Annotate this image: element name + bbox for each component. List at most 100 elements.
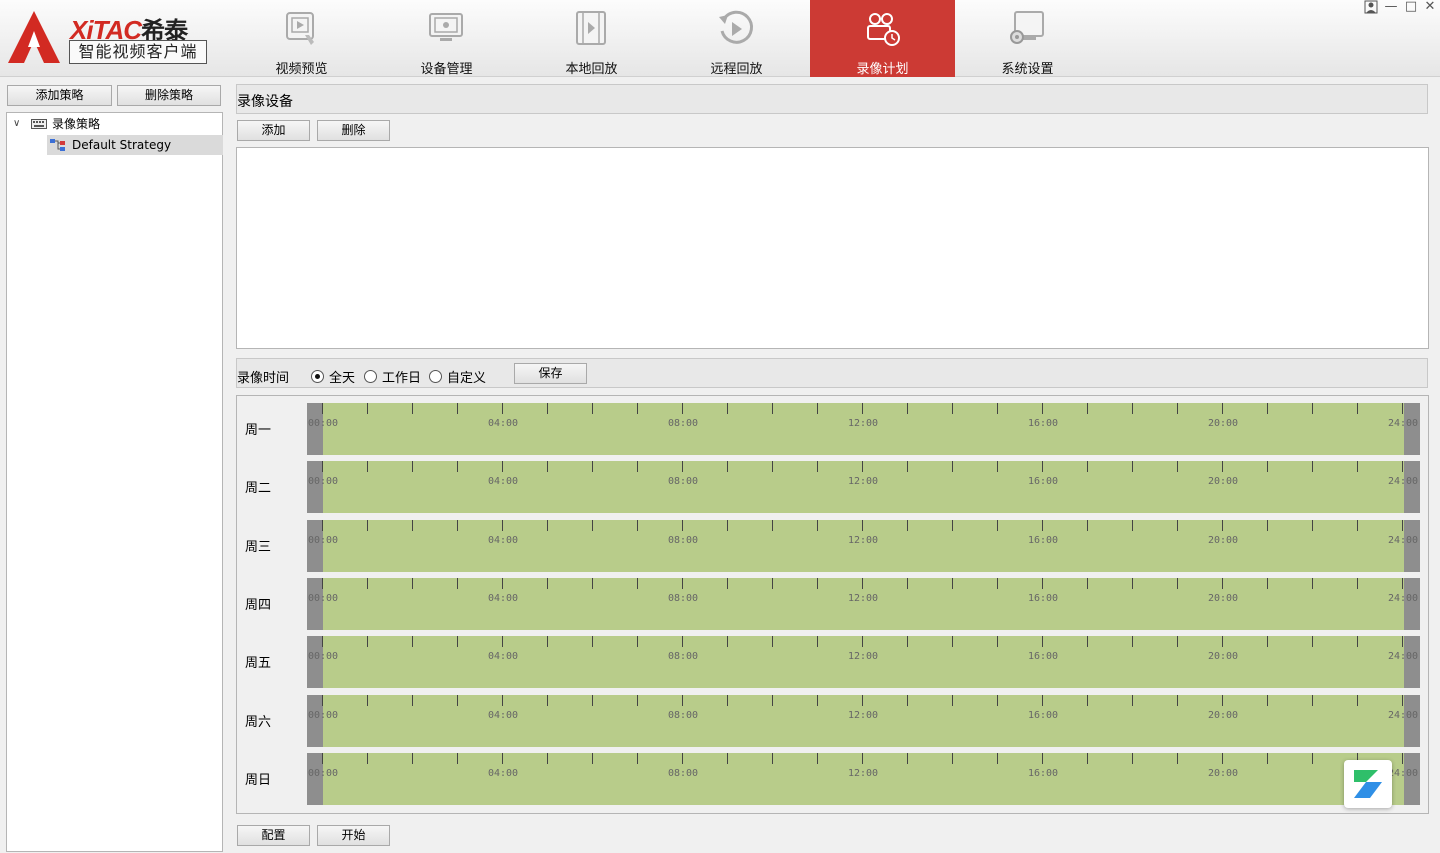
hour-tick: [457, 694, 458, 706]
hour-tick: [367, 461, 368, 473]
strategy-item-icon: [50, 139, 65, 151]
time-label: 24:00: [1387, 592, 1419, 604]
tab-remote-playback[interactable]: 远程回放: [664, 0, 809, 77]
device-list[interactable]: [236, 147, 1429, 349]
track-start-cap: [307, 694, 323, 747]
radio-button-icon[interactable]: [429, 370, 442, 383]
tab-recording-plan[interactable]: 录像计划: [810, 0, 955, 77]
hour-tick: [637, 636, 638, 648]
time-label: 04:00: [487, 534, 519, 546]
hour-tick: [592, 403, 593, 414]
hour-tick: [727, 403, 728, 414]
minimize-icon[interactable]: —: [1382, 0, 1400, 14]
hour-tick: [997, 694, 998, 706]
radio-button-icon[interactable]: [364, 370, 377, 383]
hour-tick: [1177, 636, 1178, 648]
hour-tick: [997, 461, 998, 473]
time-label: 12:00: [847, 476, 879, 488]
tab-label: 本地回放: [565, 62, 618, 77]
tree-node-root[interactable]: ∨ 录像策略: [11, 114, 221, 134]
maximize-icon[interactable]: □: [1402, 0, 1420, 14]
delete-device-button[interactable]: 删除: [317, 120, 390, 141]
user-icon[interactable]: [1362, 0, 1380, 18]
tree-node-default-strategy[interactable]: Default Strategy: [47, 135, 223, 155]
hour-tick: [322, 752, 323, 764]
radio-all-day[interactable]: 全天: [311, 367, 355, 386]
schedule-track[interactable]: 00:00 04:00 08:00 12:00 16:00 20:00 24:00: [307, 519, 1420, 572]
add-device-button[interactable]: 添加: [237, 120, 310, 141]
hour-tick: [772, 461, 773, 473]
hour-tick: [637, 403, 638, 414]
hour-tick: [862, 461, 863, 473]
device-management-icon: [429, 13, 463, 41]
schedule-row: 周四 00:00 04:00 08:00 12:00 16:00 20:00 24:00: [237, 577, 1428, 630]
hour-tick: [367, 403, 368, 414]
hour-tick: [997, 403, 998, 414]
track-start-cap: [307, 752, 323, 805]
tab-label: 视频预览: [275, 62, 328, 77]
tab-system-settings[interactable]: 系统设置: [955, 0, 1100, 77]
time-label: 16:00: [1027, 592, 1059, 604]
hour-tick: [1222, 403, 1223, 414]
hour-tick: [1132, 403, 1133, 414]
hour-tick: [547, 519, 548, 531]
radio-button-icon[interactable]: [311, 370, 324, 383]
hour-tick: [1087, 461, 1088, 473]
schedule-row: 周一 00:00 04:00 08:00 12:00 16:00 20:00 24:00: [237, 403, 1428, 455]
hour-tick: [1357, 577, 1358, 589]
hour-tick: [1087, 519, 1088, 531]
hour-tick: [1042, 577, 1043, 589]
hour-tick: [682, 577, 683, 589]
floating-app-icon[interactable]: [1344, 760, 1392, 808]
time-label: 08:00: [667, 418, 699, 429]
tab-local-playback[interactable]: 本地回放: [519, 0, 664, 77]
schedule-track[interactable]: 00:00 04:00 08:00 12:00 16:00 20:00 24:00: [307, 752, 1420, 805]
hour-tick: [817, 694, 818, 706]
schedule-row: 周日 00:00 04:00 08:00 12:00 16:00 20:00 24:00: [237, 752, 1428, 805]
hour-tick: [592, 519, 593, 531]
track-end-cap: [1404, 461, 1420, 514]
schedule-track[interactable]: 00:00 04:00 08:00 12:00 16:00 20:00 24:00: [307, 403, 1420, 455]
hour-tick: [1087, 694, 1088, 706]
time-label: 20:00: [1207, 651, 1239, 663]
schedule-track[interactable]: 00:00 04:00 08:00 12:00 16:00 20:00 24:00: [307, 461, 1420, 514]
local-playback-icon: [576, 11, 606, 45]
time-label: 12:00: [847, 651, 879, 663]
hour-tick: [772, 403, 773, 414]
tab-device-management[interactable]: 设备管理: [374, 0, 519, 77]
hour-tick: [1042, 752, 1043, 764]
hour-tick: [1132, 694, 1133, 706]
hour-tick: [547, 403, 548, 414]
time-label: 20:00: [1207, 418, 1239, 429]
time-label: 20:00: [1207, 767, 1239, 779]
top-header: XiTAC希泰 智能视频客户端 视频预览 设备管理 本地回放 远程回放 录像计划…: [0, 0, 1440, 77]
save-button[interactable]: 保存: [514, 363, 587, 384]
hour-tick: [457, 752, 458, 764]
tab-video-preview[interactable]: 视频预览: [229, 0, 374, 77]
hour-tick: [772, 694, 773, 706]
hour-tick: [1042, 694, 1043, 706]
add-strategy-button[interactable]: 添加策略: [7, 85, 112, 106]
time-label: 12:00: [847, 592, 879, 604]
start-button[interactable]: 开始: [317, 825, 390, 846]
hour-tick: [457, 461, 458, 473]
chevron-down-icon[interactable]: ∨: [13, 114, 20, 134]
track-end-cap: [1404, 519, 1420, 572]
hour-tick: [322, 636, 323, 648]
schedule-track[interactable]: 00:00 04:00 08:00 12:00 16:00 20:00 24:00: [307, 694, 1420, 747]
radio-custom[interactable]: 自定义: [429, 367, 486, 386]
hour-tick: [547, 752, 548, 764]
hour-tick: [322, 519, 323, 531]
config-button[interactable]: 配置: [237, 825, 310, 846]
hour-tick: [1177, 519, 1178, 531]
schedule-track[interactable]: 00:00 04:00 08:00 12:00 16:00 20:00 24:00: [307, 577, 1420, 630]
hour-tick: [1177, 577, 1178, 589]
hour-tick: [907, 752, 908, 764]
time-label: 12:00: [847, 534, 879, 546]
delete-strategy-button[interactable]: 删除策略: [117, 85, 221, 106]
schedule-track[interactable]: 00:00 04:00 08:00 12:00 16:00 20:00 24:00: [307, 636, 1420, 689]
radio-workday[interactable]: 工作日: [364, 367, 421, 386]
close-icon[interactable]: ✕: [1421, 0, 1439, 14]
hour-tick: [412, 636, 413, 648]
track-start-cap: [307, 461, 323, 514]
